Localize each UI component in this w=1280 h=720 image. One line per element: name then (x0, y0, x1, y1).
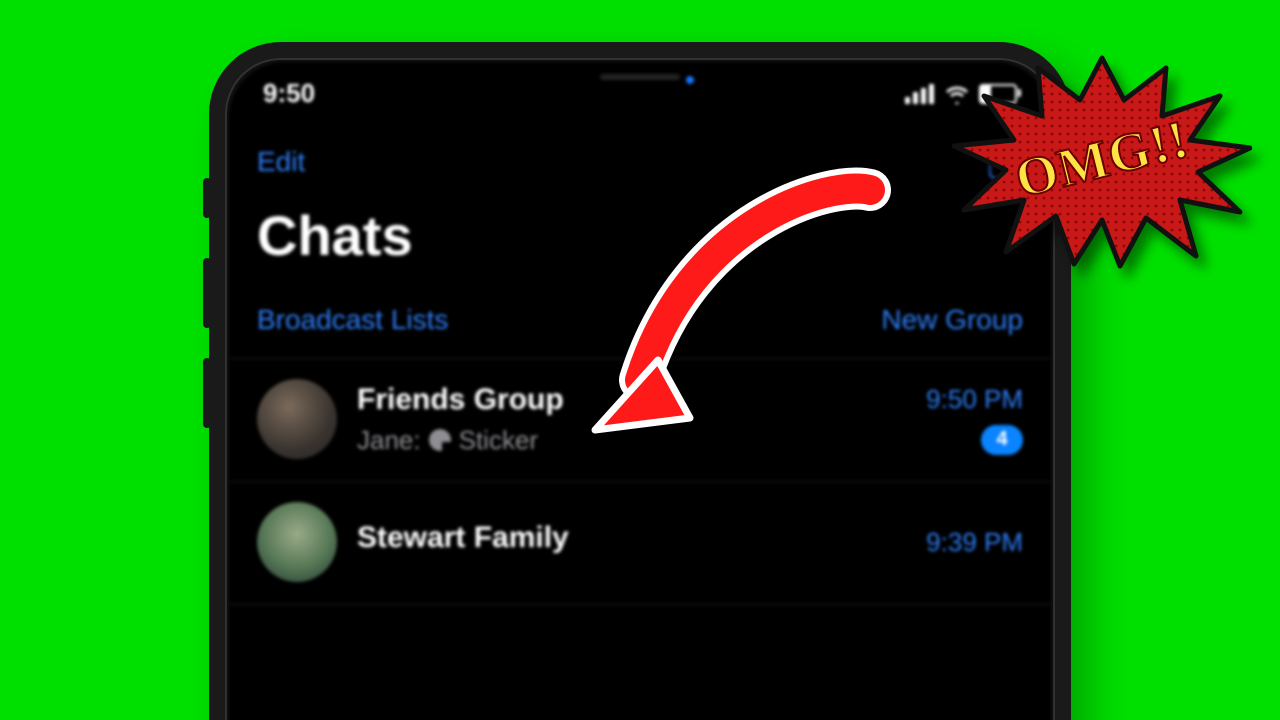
chat-meta: 9:39 PM (926, 527, 1023, 558)
phone-frame: 9:50 Edit Chats Broadcast Lists (209, 42, 1071, 720)
chat-time: 9:39 PM (926, 527, 1023, 558)
status-right-icons (905, 84, 1017, 104)
wifi-icon (945, 84, 969, 104)
sticker-icon (429, 429, 451, 451)
broadcast-lists-button[interactable]: Broadcast Lists (257, 304, 448, 336)
compose-icon[interactable] (989, 145, 1023, 179)
sub-actions-row: Broadcast Lists New Group (229, 294, 1051, 359)
phone-notch (480, 62, 800, 96)
cellular-signal-icon (905, 84, 935, 104)
unread-badge: 4 (981, 425, 1023, 455)
page-title: Chats (229, 189, 1051, 294)
new-group-button[interactable]: New Group (881, 304, 1023, 336)
chat-content: Friends Group Jane: Sticker (357, 383, 906, 456)
phone-camera-dot (686, 76, 694, 84)
avatar (257, 502, 337, 582)
chat-preview-text: Sticker (459, 425, 538, 456)
status-time: 9:50 (263, 78, 315, 109)
chat-row[interactable]: Stewart Family 9:39 PM (229, 482, 1051, 605)
thumbnail-stage: 9:50 Edit Chats Broadcast Lists (0, 0, 1280, 720)
chat-preview: Jane: Sticker (357, 425, 906, 456)
phone-side-button (203, 358, 211, 428)
chat-content: Stewart Family (357, 521, 906, 563)
chat-row[interactable]: Friends Group Jane: Sticker 9:50 PM 4 (229, 359, 1051, 482)
navbar: Edit (229, 117, 1051, 189)
phone-screen: 9:50 Edit Chats Broadcast Lists (229, 62, 1051, 720)
chat-name: Friends Group (357, 383, 906, 417)
phone-side-button (203, 258, 211, 328)
chat-name: Stewart Family (357, 521, 906, 555)
phone-side-button (203, 178, 211, 218)
phone-speaker (600, 74, 680, 80)
chat-time: 9:50 PM (926, 384, 1023, 415)
chat-meta: 9:50 PM 4 (926, 384, 1023, 455)
battery-icon (979, 84, 1017, 104)
avatar (257, 379, 337, 459)
chat-sender: Jane: (357, 425, 421, 456)
edit-button[interactable]: Edit (257, 146, 305, 178)
